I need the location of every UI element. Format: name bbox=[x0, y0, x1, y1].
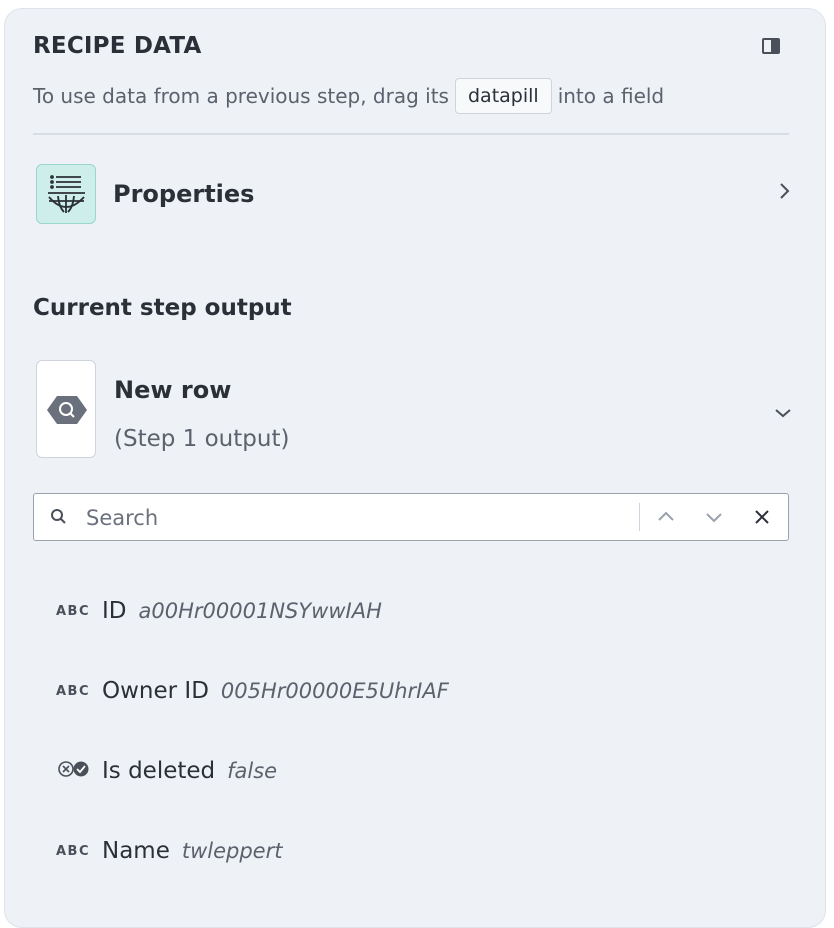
string-type-icon: ABC bbox=[56, 603, 91, 619]
datapill-field[interactable]: ABC Owner ID 005Hr00000E5UhrIAF bbox=[56, 671, 449, 711]
drag-hint: To use data from a previous step, drag i… bbox=[33, 78, 664, 114]
properties-row[interactable]: Properties bbox=[36, 164, 792, 226]
hint-text-after: into a field bbox=[557, 84, 665, 108]
search-input[interactable] bbox=[84, 502, 628, 534]
current-step-heading: Current step output bbox=[33, 295, 292, 321]
step-output-row[interactable]: New row (Step 1 output) bbox=[36, 360, 792, 460]
field-sample-value: twleppert bbox=[181, 839, 283, 863]
field-sample-value: false bbox=[227, 759, 278, 783]
chevron-up-icon[interactable] bbox=[656, 508, 676, 526]
field-name: Owner ID bbox=[102, 678, 209, 704]
step-subtitle: (Step 1 output) bbox=[114, 426, 290, 452]
panel-title: RECIPE DATA bbox=[33, 33, 202, 59]
field-name: ID bbox=[102, 598, 127, 624]
field-name: Name bbox=[102, 838, 170, 864]
search-separator bbox=[639, 503, 640, 531]
close-icon[interactable] bbox=[752, 508, 772, 526]
properties-label: Properties bbox=[113, 180, 255, 208]
chevron-down-icon[interactable] bbox=[704, 508, 724, 526]
datapill-field[interactable]: Is deleted false bbox=[56, 751, 277, 791]
field-sample-value: 005Hr00000E5UhrIAF bbox=[220, 679, 449, 703]
datapill-field[interactable]: ABC Name twleppert bbox=[56, 831, 282, 871]
datapill-field[interactable]: ABC ID a00Hr00001NSYwwIAH bbox=[56, 591, 382, 631]
string-type-icon: ABC bbox=[56, 843, 91, 859]
search-box bbox=[33, 493, 789, 541]
panel-collapse-icon[interactable] bbox=[762, 38, 780, 54]
search-icon bbox=[50, 508, 68, 526]
header-divider bbox=[33, 133, 789, 135]
chevron-down-icon bbox=[774, 404, 792, 418]
chevron-right-icon bbox=[778, 180, 792, 208]
hint-text-before: To use data from a previous step, drag i… bbox=[33, 84, 449, 108]
list-globe-icon bbox=[36, 164, 96, 224]
string-type-icon: ABC bbox=[56, 683, 91, 699]
boolean-type-icon bbox=[56, 759, 92, 783]
field-sample-value: a00Hr00001NSYwwIAH bbox=[138, 599, 382, 623]
step-title: New row bbox=[114, 376, 232, 404]
field-name: Is deleted bbox=[102, 758, 216, 784]
datapill-example: datapill bbox=[454, 78, 552, 114]
bigquery-hexagon-icon bbox=[36, 360, 96, 458]
